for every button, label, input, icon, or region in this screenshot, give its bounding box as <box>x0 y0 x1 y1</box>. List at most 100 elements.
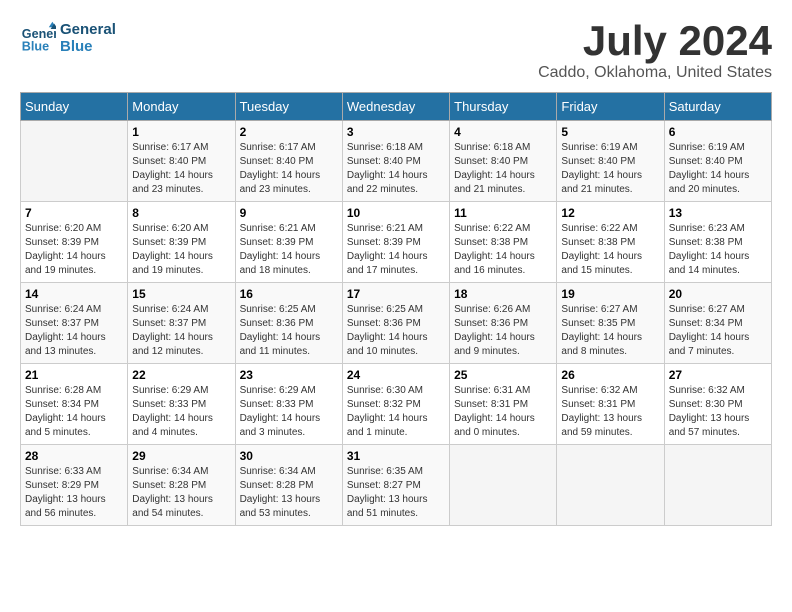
calendar-cell: 31 Sunrise: 6:35 AM Sunset: 8:27 PM Dayli… <box>342 445 449 526</box>
calendar-cell: 4Sunrise: 6:18 AM Sunset: 8:40 PM Daylig… <box>450 121 557 202</box>
weekday-row: SundayMondayTuesdayWednesdayThursdayFrid… <box>21 93 772 121</box>
calendar-cell: 30Sunrise: 6:34 AM Sunset: 8:28 PM Dayli… <box>235 445 342 526</box>
day-content: Sunrise: 6:32 AM Sunset: 8:31 PM Dayligh… <box>561 384 659 440</box>
calendar-cell: 27 Sunrise: 6:32 AM Sunset: 8:30 PM Dayli… <box>664 364 771 445</box>
calendar-cell: 5 Sunrise: 6:19 AM Sunset: 8:40 PM Daylig… <box>557 121 664 202</box>
day-number: 22 <box>132 368 230 382</box>
day-content: Sunrise: 6:31 AM Sunset: 8:31 PM Dayligh… <box>454 384 552 440</box>
calendar-header: SundayMondayTuesdayWednesdayThursdayFrid… <box>21 93 772 121</box>
calendar-week: 21 Sunrise: 6:28 AM Sunset: 8:34 PM Dayli… <box>21 364 772 445</box>
day-number: 29 <box>132 449 230 463</box>
day-number: 25 <box>454 368 552 382</box>
day-content: Sunrise: 6:24 AM Sunset: 8:37 PM Dayligh… <box>25 303 123 359</box>
calendar-cell: 9Sunrise: 6:21 AM Sunset: 8:39 PM Daylig… <box>235 202 342 283</box>
day-content: Sunrise: 6:20 AM Sunset: 8:39 PM Dayligh… <box>25 222 123 278</box>
calendar-cell: 1Sunrise: 6:17 AM Sunset: 8:40 PM Daylig… <box>128 121 235 202</box>
calendar-cell: 13Sunrise: 6:23 AM Sunset: 8:38 PM Dayli… <box>664 202 771 283</box>
day-content: Sunrise: 6:27 AM Sunset: 8:34 PM Dayligh… <box>669 303 767 359</box>
day-content: Sunrise: 6:22 AM Sunset: 8:38 PM Dayligh… <box>561 222 659 278</box>
calendar-cell: 29 Sunrise: 6:34 AM Sunset: 8:28 PM Dayli… <box>128 445 235 526</box>
day-number: 28 <box>25 449 123 463</box>
day-content: Sunrise: 6:27 AM Sunset: 8:35 PM Dayligh… <box>561 303 659 359</box>
day-content: Sunrise: 6:19 AM Sunset: 8:40 PM Dayligh… <box>669 141 767 197</box>
day-content: Sunrise: 6:23 AM Sunset: 8:38 PM Dayligh… <box>669 222 767 278</box>
calendar-table: SundayMondayTuesdayWednesdayThursdayFrid… <box>20 92 772 526</box>
day-number: 24 <box>347 368 445 382</box>
calendar-week: 7 Sunrise: 6:20 AM Sunset: 8:39 PM Daylig… <box>21 202 772 283</box>
day-number: 23 <box>240 368 338 382</box>
calendar-cell <box>450 445 557 526</box>
day-number: 19 <box>561 287 659 301</box>
day-content: Sunrise: 6:24 AM Sunset: 8:37 PM Dayligh… <box>132 303 230 359</box>
day-content: Sunrise: 6:35 AM Sunset: 8:27 PM Dayligh… <box>347 465 445 521</box>
day-content: Sunrise: 6:17 AM Sunset: 8:40 PM Dayligh… <box>240 141 338 197</box>
day-number: 11 <box>454 206 552 220</box>
day-number: 6 <box>669 125 767 139</box>
day-content: Sunrise: 6:29 AM Sunset: 8:33 PM Dayligh… <box>132 384 230 440</box>
day-content: Sunrise: 6:28 AM Sunset: 8:34 PM Dayligh… <box>25 384 123 440</box>
logo: General Blue General Blue <box>20 20 116 56</box>
day-number: 4 <box>454 125 552 139</box>
calendar-week: 14 Sunrise: 6:24 AM Sunset: 8:37 PM Dayli… <box>21 283 772 364</box>
calendar-cell: 2 Sunrise: 6:17 AM Sunset: 8:40 PM Daylig… <box>235 121 342 202</box>
logo-icon: General Blue <box>20 20 56 56</box>
weekday-header: Sunday <box>21 93 128 121</box>
location-title: Caddo, Oklahoma, United States <box>538 64 772 82</box>
day-number: 3 <box>347 125 445 139</box>
weekday-header: Monday <box>128 93 235 121</box>
day-number: 12 <box>561 206 659 220</box>
logo-line1: General <box>60 21 116 38</box>
day-content: Sunrise: 6:20 AM Sunset: 8:39 PM Dayligh… <box>132 222 230 278</box>
calendar-cell <box>21 121 128 202</box>
calendar-cell: 21 Sunrise: 6:28 AM Sunset: 8:34 PM Dayli… <box>21 364 128 445</box>
calendar-cell <box>664 445 771 526</box>
day-number: 26 <box>561 368 659 382</box>
day-number: 17 <box>347 287 445 301</box>
day-content: Sunrise: 6:32 AM Sunset: 8:30 PM Dayligh… <box>669 384 767 440</box>
calendar-cell: 26 Sunrise: 6:32 AM Sunset: 8:31 PM Dayli… <box>557 364 664 445</box>
day-number: 9 <box>240 206 338 220</box>
day-number: 31 <box>347 449 445 463</box>
calendar-cell: 24 Sunrise: 6:30 AM Sunset: 8:32 PM Dayli… <box>342 364 449 445</box>
title-area: July 2024 Caddo, Oklahoma, United States <box>538 20 772 82</box>
day-content: Sunrise: 6:30 AM Sunset: 8:32 PM Dayligh… <box>347 384 445 440</box>
month-title: July 2024 <box>538 20 772 62</box>
logo-line2: Blue <box>60 38 116 55</box>
weekday-header: Thursday <box>450 93 557 121</box>
day-content: Sunrise: 6:19 AM Sunset: 8:40 PM Dayligh… <box>561 141 659 197</box>
day-content: Sunrise: 6:26 AM Sunset: 8:36 PM Dayligh… <box>454 303 552 359</box>
weekday-header: Friday <box>557 93 664 121</box>
day-number: 18 <box>454 287 552 301</box>
day-content: Sunrise: 6:25 AM Sunset: 8:36 PM Dayligh… <box>347 303 445 359</box>
day-number: 16 <box>240 287 338 301</box>
calendar-week: 28Sunrise: 6:33 AM Sunset: 8:29 PM Dayli… <box>21 445 772 526</box>
day-number: 2 <box>240 125 338 139</box>
calendar-cell: 17 Sunrise: 6:25 AM Sunset: 8:36 PM Dayli… <box>342 283 449 364</box>
calendar-cell: 11Sunrise: 6:22 AM Sunset: 8:38 PM Dayli… <box>450 202 557 283</box>
day-number: 20 <box>669 287 767 301</box>
calendar-cell: 25 Sunrise: 6:31 AM Sunset: 8:31 PM Dayli… <box>450 364 557 445</box>
calendar-cell: 7 Sunrise: 6:20 AM Sunset: 8:39 PM Daylig… <box>21 202 128 283</box>
day-content: Sunrise: 6:18 AM Sunset: 8:40 PM Dayligh… <box>347 141 445 197</box>
weekday-header: Saturday <box>664 93 771 121</box>
calendar-cell: 16Sunrise: 6:25 AM Sunset: 8:36 PM Dayli… <box>235 283 342 364</box>
calendar-cell <box>557 445 664 526</box>
calendar-cell: 28Sunrise: 6:33 AM Sunset: 8:29 PM Dayli… <box>21 445 128 526</box>
day-number: 10 <box>347 206 445 220</box>
calendar-cell: 15Sunrise: 6:24 AM Sunset: 8:37 PM Dayli… <box>128 283 235 364</box>
day-number: 21 <box>25 368 123 382</box>
day-number: 27 <box>669 368 767 382</box>
calendar-body: 1Sunrise: 6:17 AM Sunset: 8:40 PM Daylig… <box>21 121 772 526</box>
calendar-cell: 22 Sunrise: 6:29 AM Sunset: 8:33 PM Dayli… <box>128 364 235 445</box>
day-content: Sunrise: 6:17 AM Sunset: 8:40 PM Dayligh… <box>132 141 230 197</box>
calendar-cell: 20 Sunrise: 6:27 AM Sunset: 8:34 PM Dayli… <box>664 283 771 364</box>
day-number: 7 <box>25 206 123 220</box>
header: General Blue General Blue July 2024 Cadd… <box>20 20 772 82</box>
day-content: Sunrise: 6:21 AM Sunset: 8:39 PM Dayligh… <box>347 222 445 278</box>
day-number: 5 <box>561 125 659 139</box>
calendar-cell: 8Sunrise: 6:20 AM Sunset: 8:39 PM Daylig… <box>128 202 235 283</box>
calendar-cell: 19 Sunrise: 6:27 AM Sunset: 8:35 PM Dayli… <box>557 283 664 364</box>
day-content: Sunrise: 6:34 AM Sunset: 8:28 PM Dayligh… <box>132 465 230 521</box>
day-number: 14 <box>25 287 123 301</box>
calendar-week: 1Sunrise: 6:17 AM Sunset: 8:40 PM Daylig… <box>21 121 772 202</box>
